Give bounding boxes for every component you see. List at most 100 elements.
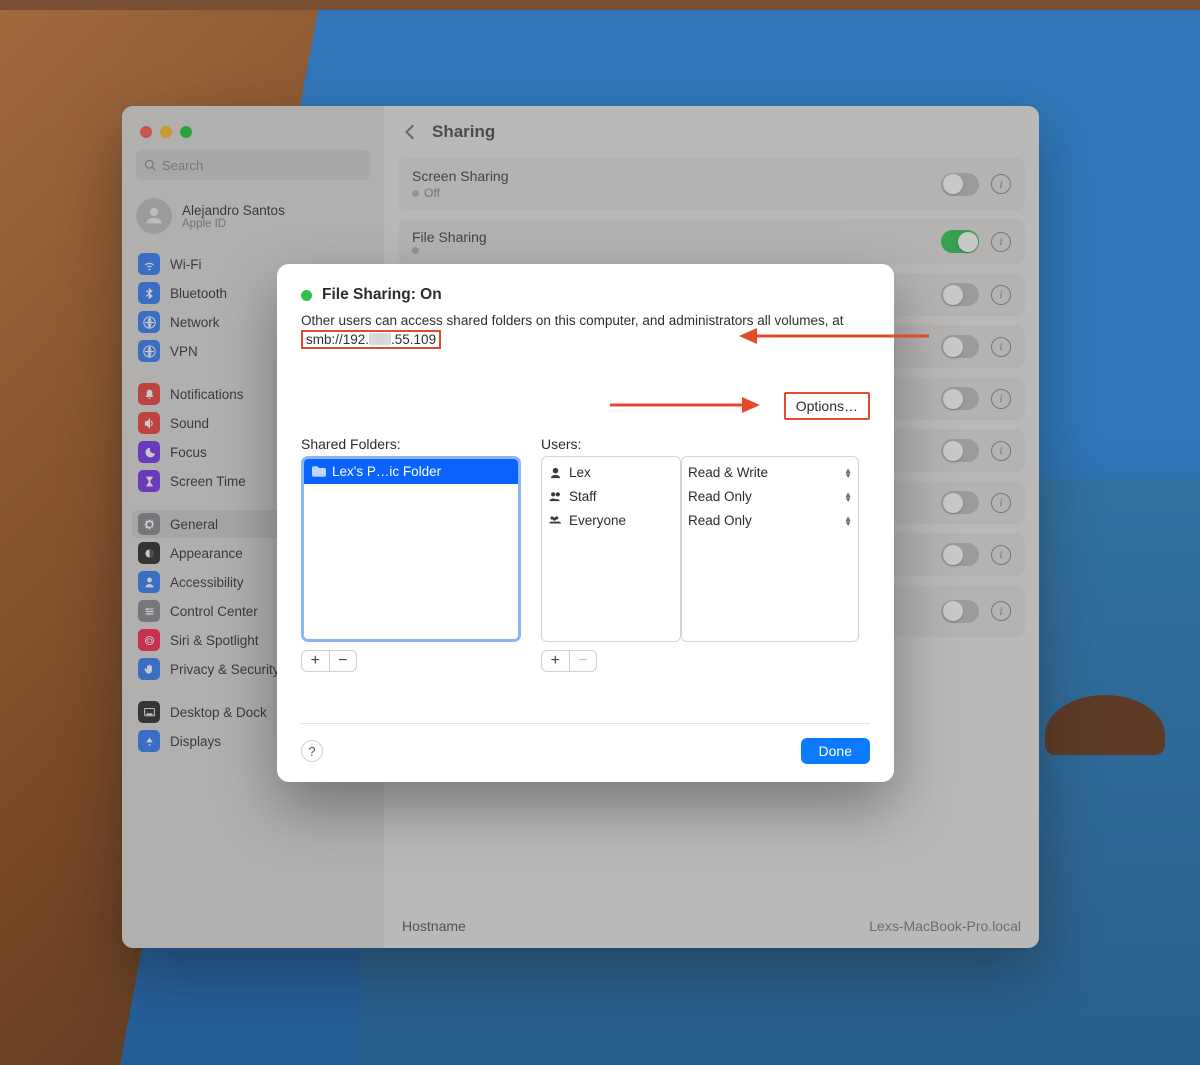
account-row[interactable]: Alejandro Santos Apple ID bbox=[122, 192, 384, 248]
status-dot-icon bbox=[301, 290, 312, 301]
shared-folder-item[interactable]: Lex's P…ic Folder bbox=[304, 459, 518, 484]
sound-icon bbox=[138, 412, 160, 434]
row-status bbox=[412, 247, 941, 254]
row-title: Screen Sharing bbox=[412, 168, 941, 184]
gear-icon bbox=[138, 513, 160, 535]
minimize-window-button[interactable] bbox=[160, 126, 172, 138]
folder-icon bbox=[312, 466, 326, 477]
moon-icon bbox=[138, 441, 160, 463]
sidebar-item-label: Control Center bbox=[170, 604, 258, 619]
account-name: Alejandro Santos bbox=[182, 203, 285, 218]
status-dot-icon bbox=[412, 247, 419, 254]
smb-address: smb://192..55.109 bbox=[301, 330, 441, 349]
stepper-icon[interactable]: ▲▼ bbox=[844, 492, 852, 502]
status-dot-icon bbox=[412, 190, 419, 197]
sidebar-item-label: Bluetooth bbox=[170, 286, 227, 301]
globe-icon bbox=[138, 311, 160, 333]
search-icon bbox=[144, 159, 157, 172]
info-button[interactable]: i bbox=[991, 285, 1011, 305]
group-icon bbox=[548, 514, 563, 527]
info-button[interactable]: i bbox=[991, 337, 1011, 357]
file-sharing-modal: File Sharing: On Other users can access … bbox=[277, 264, 894, 782]
wifi-icon bbox=[138, 253, 160, 275]
row-status: Off bbox=[412, 186, 941, 200]
hostname-row: Hostname Lexs-MacBook-Pro.local bbox=[384, 904, 1039, 948]
permissions-list[interactable]: Read & Write▲▼Read Only▲▼Read Only▲▼ bbox=[681, 456, 859, 642]
add-user-button[interactable]: + bbox=[542, 651, 569, 671]
dock-icon bbox=[138, 701, 160, 723]
sidebar-item-label: Screen Time bbox=[170, 474, 246, 489]
sidebar-item-label: Focus bbox=[170, 445, 207, 460]
shared-folders-list[interactable]: Lex's P…ic Folder bbox=[301, 456, 521, 642]
modal-title: File Sharing: On bbox=[322, 286, 442, 304]
appearance-icon bbox=[138, 542, 160, 564]
done-button[interactable]: Done bbox=[801, 738, 870, 764]
globe-icon bbox=[138, 340, 160, 362]
toggle-switch[interactable] bbox=[941, 491, 979, 514]
info-button[interactable]: i bbox=[991, 174, 1011, 194]
info-button[interactable]: i bbox=[991, 232, 1011, 252]
redacted-ip-segment bbox=[369, 333, 391, 345]
toggle-switch[interactable] bbox=[941, 439, 979, 462]
search-input[interactable]: Search bbox=[136, 150, 370, 180]
sharing-row: File Sharingi bbox=[398, 219, 1025, 264]
users-add-remove: + − bbox=[541, 650, 597, 672]
hostname-value: Lexs-MacBook-Pro.local bbox=[869, 918, 1021, 934]
sidebar-item-label: Notifications bbox=[170, 387, 244, 402]
info-button[interactable]: i bbox=[991, 545, 1011, 565]
stepper-icon[interactable]: ▲▼ bbox=[844, 468, 852, 478]
avatar bbox=[136, 198, 172, 234]
back-button[interactable] bbox=[402, 123, 420, 141]
sidebar-item-label: Desktop & Dock bbox=[170, 705, 267, 720]
info-button[interactable]: i bbox=[991, 441, 1011, 461]
users-label: Users: bbox=[541, 436, 859, 452]
search-placeholder: Search bbox=[162, 158, 203, 173]
sliders-icon bbox=[138, 600, 160, 622]
permission-row[interactable]: Read Only▲▼ bbox=[688, 509, 852, 533]
siri-icon bbox=[138, 629, 160, 651]
remove-user-button[interactable]: − bbox=[569, 651, 597, 671]
permission-row[interactable]: Read Only▲▼ bbox=[688, 485, 852, 509]
info-button[interactable]: i bbox=[991, 493, 1011, 513]
toggle-switch[interactable] bbox=[941, 230, 979, 253]
help-button[interactable]: ? bbox=[301, 740, 323, 762]
toggle-switch[interactable] bbox=[941, 387, 979, 410]
info-button[interactable]: i bbox=[991, 601, 1011, 621]
user-row[interactable]: Everyone bbox=[548, 509, 674, 533]
sidebar-item-label: General bbox=[170, 517, 218, 532]
toggle-switch[interactable] bbox=[941, 283, 979, 306]
modal-description: Other users can access shared folders on… bbox=[301, 312, 870, 350]
bt-icon bbox=[138, 282, 160, 304]
users-list[interactable]: LexStaffEveryone bbox=[541, 456, 681, 642]
sidebar-item-label: Privacy & Security bbox=[170, 662, 280, 677]
toggle-switch[interactable] bbox=[941, 543, 979, 566]
close-window-button[interactable] bbox=[140, 126, 152, 138]
sidebar-item-label: Network bbox=[170, 315, 220, 330]
annotation-arrow-icon bbox=[610, 395, 760, 415]
sidebar-item-label: Siri & Spotlight bbox=[170, 633, 259, 648]
add-folder-button[interactable]: + bbox=[302, 651, 329, 671]
permission-row[interactable]: Read & Write▲▼ bbox=[688, 461, 852, 485]
user-row[interactable]: Staff bbox=[548, 485, 674, 509]
bell-icon bbox=[138, 383, 160, 405]
account-sub: Apple ID bbox=[182, 218, 285, 230]
toggle-switch[interactable] bbox=[941, 335, 979, 358]
sharing-row: Screen Sharing Off i bbox=[398, 158, 1025, 210]
toggle-switch[interactable] bbox=[941, 600, 979, 623]
sidebar-item-label: Displays bbox=[170, 734, 221, 749]
info-button[interactable]: i bbox=[991, 389, 1011, 409]
person-icon bbox=[548, 466, 563, 479]
options-button[interactable]: Options… bbox=[784, 392, 870, 420]
hand-icon bbox=[138, 658, 160, 680]
user-row[interactable]: Lex bbox=[548, 461, 674, 485]
toggle-switch[interactable] bbox=[941, 173, 979, 196]
zoom-window-button[interactable] bbox=[180, 126, 192, 138]
remove-folder-button[interactable]: − bbox=[329, 651, 357, 671]
hourglass-icon bbox=[138, 470, 160, 492]
window-controls bbox=[122, 116, 384, 150]
sidebar-item-label: Sound bbox=[170, 416, 209, 431]
sidebar-item-label: Appearance bbox=[170, 546, 243, 561]
stepper-icon[interactable]: ▲▼ bbox=[844, 516, 852, 526]
sidebar-item-label: Wi-Fi bbox=[170, 257, 201, 272]
sidebar-item-label: Accessibility bbox=[170, 575, 244, 590]
